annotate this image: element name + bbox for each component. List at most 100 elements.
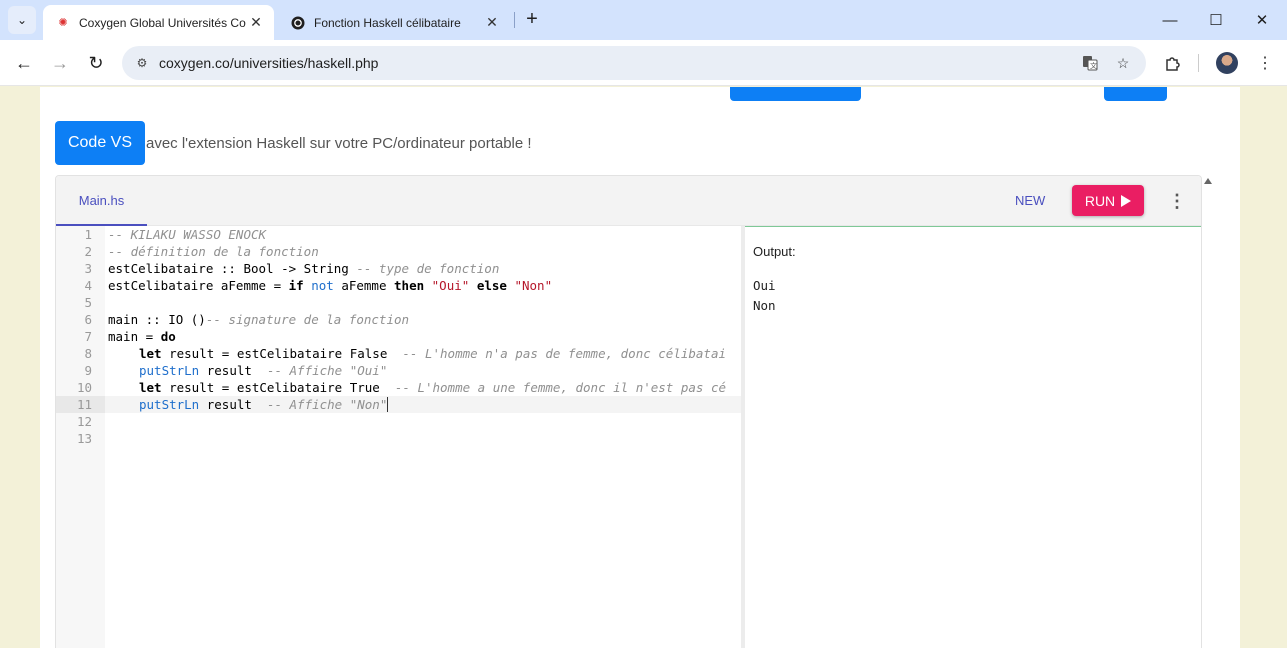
tab-haskell[interactable]: Fonction Haskell célibataire ✕: [278, 5, 510, 40]
url-text[interactable]: coxygen.co/universities/haskell.php: [159, 55, 378, 71]
code-text: result: [199, 397, 267, 412]
tab-coxygen[interactable]: ✺ Coxygen Global Universités Coll ✕: [43, 5, 274, 40]
address-bar[interactable]: ⚙ coxygen.co/universities/haskell.php 文 …: [122, 46, 1146, 80]
code-line[interactable]: main :: IO ()-- signature de la fonction: [105, 311, 741, 328]
code-line[interactable]: -- définition de la fonction: [105, 243, 741, 260]
translate-icon[interactable]: 文: [1080, 53, 1100, 73]
string: "Non": [514, 278, 553, 293]
minimize-icon[interactable]: —: [1147, 0, 1193, 40]
code-line[interactable]: -- KILAKU WASSO ENOCK: [105, 226, 741, 243]
browser-toolbar: ← → ↻ ⚙ coxygen.co/universities/haskell.…: [0, 40, 1287, 86]
line-number: 13: [76, 431, 92, 446]
line-number: 2: [84, 244, 92, 259]
keyword: if: [288, 278, 304, 293]
keyword: let: [139, 346, 162, 361]
close-icon[interactable]: ✕: [246, 13, 266, 33]
nav-button-partial[interactable]: [1104, 87, 1167, 101]
forward-arrow-icon[interactable]: →: [46, 49, 74, 77]
output-label: Output:: [753, 244, 796, 259]
profile-avatar[interactable]: [1216, 52, 1238, 74]
code-area[interactable]: -- KILAKU WASSO ENOCK -- définition de l…: [105, 226, 741, 648]
line-number: 1: [84, 227, 92, 242]
code-line[interactable]: putStrLn result -- Affiche "Oui": [105, 362, 741, 379]
tab-strip: ⌄ ✺ Coxygen Global Universités Coll ✕ Fo…: [0, 0, 1287, 40]
line-number: 7: [84, 329, 92, 344]
chevron-down-icon: ⌄: [16, 13, 28, 27]
editor-header: Main.hs NEW RUN ⋮: [56, 176, 1201, 226]
toolbar-divider: [1198, 54, 1199, 72]
maximize-icon[interactable]: ☐: [1193, 0, 1239, 40]
line-number-active: 11: [56, 396, 105, 413]
scroll-up-arrow-icon[interactable]: [1204, 178, 1212, 184]
comment: -- L'homme n'a pas de femme, donc céliba…: [402, 346, 727, 361]
keyword: do: [160, 329, 176, 344]
code-text: estCelibataire :: Bool -> String: [108, 261, 357, 276]
play-icon: [1121, 194, 1132, 207]
code-line[interactable]: estCelibataire :: Bool -> String -- type…: [105, 260, 741, 277]
page-content: Code VS avec l'extension Haskell sur vot…: [40, 87, 1240, 648]
output-line: Non: [753, 298, 776, 313]
tab-title: Coxygen Global Universités Coll: [79, 15, 246, 30]
code-text: result = estCelibataire False: [161, 346, 403, 361]
comment: -- Affiche "Non": [266, 397, 388, 412]
more-menu-icon[interactable]: ⋮: [1254, 52, 1276, 74]
close-icon[interactable]: ✕: [482, 13, 502, 33]
output-pane: Output: Oui Non: [745, 226, 1201, 648]
chatgpt-favicon-icon: [290, 15, 306, 31]
code-editor-widget: Main.hs NEW RUN ⋮ 1 2 3 4 5 6 7 8 9 10 1…: [55, 175, 1202, 648]
code-text: result: [199, 363, 267, 378]
close-window-icon[interactable]: ✕: [1239, 0, 1285, 40]
code-text: main =: [108, 329, 161, 344]
tab-title: Fonction Haskell célibataire: [314, 15, 461, 30]
builtin: putStrLn: [139, 363, 200, 378]
code-text: main :: IO (): [108, 312, 206, 327]
comment: -- définition de la fonction: [108, 244, 319, 259]
line-number: 4: [84, 278, 92, 293]
line-number: 5: [84, 295, 92, 310]
line-number: 10: [76, 380, 92, 395]
string: "Oui": [431, 278, 470, 293]
nav-button-partial[interactable]: [730, 87, 861, 101]
new-button[interactable]: NEW: [1015, 193, 1045, 208]
code-line[interactable]: estCelibataire aFemme = if not aFemme th…: [105, 277, 741, 294]
line-number: 6: [84, 312, 92, 327]
output-line: Oui: [753, 278, 776, 293]
text-cursor: [387, 397, 389, 412]
site-settings-icon[interactable]: ⚙: [134, 55, 150, 71]
tab-search-button[interactable]: ⌄: [8, 6, 36, 34]
back-arrow-icon[interactable]: ←: [10, 49, 38, 77]
builtin: not: [311, 278, 334, 293]
keyword: else: [476, 278, 507, 293]
coxygen-favicon-icon: ✺: [58, 17, 68, 29]
comment: -- type de fonction: [356, 261, 500, 276]
run-button[interactable]: RUN: [1072, 185, 1144, 216]
new-tab-plus-icon[interactable]: +: [521, 8, 543, 30]
line-number: 12: [76, 414, 92, 429]
code-vs-button[interactable]: Code VS: [55, 121, 145, 165]
intro-text: avec l'extension Haskell sur votre PC/or…: [146, 135, 532, 152]
code-text: aFemme: [333, 278, 395, 293]
code-text: estCelibataire aFemme =: [108, 278, 289, 293]
keyword: let: [139, 380, 162, 395]
code-line[interactable]: main = do: [105, 328, 741, 345]
line-number-gutter: 1 2 3 4 5 6 7 8 9 10 11 12 13: [56, 226, 105, 648]
reload-icon[interactable]: ↻: [82, 49, 110, 77]
line-number: 3: [84, 261, 92, 276]
tab-separator: [514, 12, 515, 28]
comment: -- L'homme a une femme, donc il n'est pa…: [394, 380, 727, 395]
keyword: then: [394, 278, 425, 293]
line-number: 8: [84, 346, 92, 361]
bookmark-star-icon[interactable]: ☆: [1113, 53, 1133, 73]
more-options-icon[interactable]: ⋮: [1168, 190, 1186, 212]
code-line-active[interactable]: putStrLn result -- Affiche "Non": [105, 396, 741, 413]
extensions-puzzle-icon[interactable]: [1162, 52, 1184, 74]
builtin: putStrLn: [139, 397, 200, 412]
run-label: RUN: [1084, 192, 1116, 209]
svg-text:文: 文: [1090, 61, 1097, 70]
comment: -- signature de la fonction: [205, 312, 410, 327]
code-line[interactable]: let result = estCelibataire False -- L'h…: [105, 345, 741, 362]
comment: -- KILAKU WASSO ENOCK: [108, 227, 267, 242]
code-line[interactable]: let result = estCelibataire True -- L'ho…: [105, 379, 741, 396]
file-tab-main[interactable]: Main.hs: [56, 176, 147, 226]
line-number: 9: [84, 363, 92, 378]
